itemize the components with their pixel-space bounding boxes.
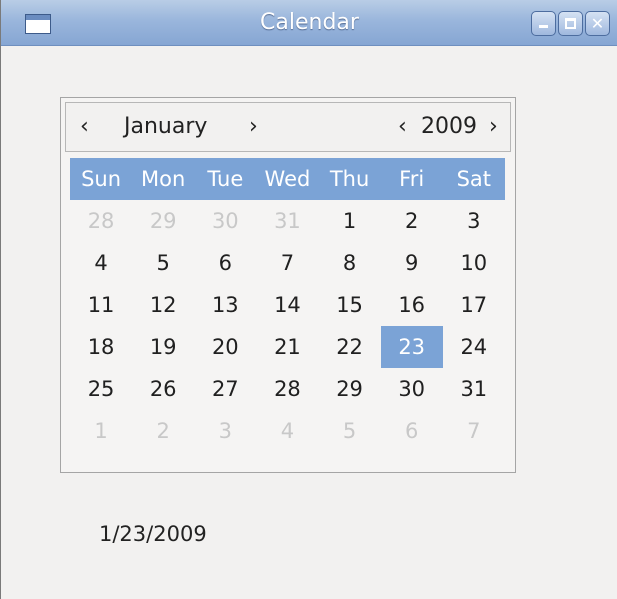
week-row: 25 26 27 28 29 30 31 bbox=[70, 368, 505, 410]
day-cell[interactable]: 7 bbox=[256, 242, 318, 284]
week-row: 4 5 6 7 8 9 10 bbox=[70, 242, 505, 284]
day-cell[interactable]: 8 bbox=[319, 242, 381, 284]
day-cell[interactable]: 28 bbox=[70, 200, 132, 242]
next-month-button[interactable]: › bbox=[249, 114, 258, 139]
weekday-tue: Tue bbox=[207, 167, 244, 191]
day-cell[interactable]: 27 bbox=[194, 368, 256, 410]
day-cell[interactable]: 28 bbox=[256, 368, 318, 410]
day-cell[interactable]: 21 bbox=[256, 326, 318, 368]
day-cell[interactable]: 29 bbox=[319, 368, 381, 410]
day-cell[interactable]: 9 bbox=[381, 242, 443, 284]
day-cell[interactable]: 20 bbox=[194, 326, 256, 368]
day-cell[interactable]: 2 bbox=[132, 410, 194, 452]
prev-year-button[interactable]: ‹ bbox=[398, 114, 407, 139]
day-cell[interactable]: 11 bbox=[70, 284, 132, 326]
weekday-mon: Mon bbox=[141, 167, 186, 191]
day-cell[interactable]: 6 bbox=[194, 242, 256, 284]
day-cell[interactable]: 17 bbox=[443, 284, 505, 326]
minimize-button[interactable] bbox=[531, 11, 556, 36]
calendar-widget: ‹ January › ‹ 2009 › Sun Mon Tue Wed Thu… bbox=[60, 97, 516, 473]
day-cell[interactable]: 22 bbox=[319, 326, 381, 368]
close-button[interactable]: ✕ bbox=[585, 11, 610, 36]
day-cell[interactable]: 31 bbox=[443, 368, 505, 410]
day-cell[interactable]: 1 bbox=[70, 410, 132, 452]
next-year-button[interactable]: › bbox=[489, 114, 498, 139]
day-cell[interactable]: 3 bbox=[194, 410, 256, 452]
minimize-icon bbox=[532, 12, 555, 35]
day-cell[interactable]: 31 bbox=[256, 200, 318, 242]
day-cell[interactable]: 30 bbox=[381, 368, 443, 410]
day-cell[interactable]: 1 bbox=[319, 200, 381, 242]
window-title: Calendar bbox=[260, 10, 359, 35]
day-cell[interactable]: 4 bbox=[256, 410, 318, 452]
day-cell[interactable]: 25 bbox=[70, 368, 132, 410]
prev-month-button[interactable]: ‹ bbox=[80, 114, 89, 139]
day-cell[interactable]: 6 bbox=[381, 410, 443, 452]
day-cell-selected[interactable]: 23 bbox=[380, 326, 443, 368]
weekday-wed: Wed bbox=[264, 167, 311, 191]
maximize-button[interactable] bbox=[558, 11, 583, 36]
weekday-thu: Thu bbox=[329, 167, 370, 191]
week-row: 18 19 20 21 22 23 24 bbox=[70, 326, 505, 368]
day-cell[interactable]: 12 bbox=[132, 284, 194, 326]
weekday-header-row: Sun Mon Tue Wed Thu Fri Sat bbox=[70, 158, 505, 200]
day-cell[interactable]: 26 bbox=[132, 368, 194, 410]
day-cell[interactable]: 19 bbox=[132, 326, 194, 368]
day-cell[interactable]: 2 bbox=[381, 200, 443, 242]
weekday-fri: Fri bbox=[399, 167, 425, 191]
weeks-container: 28 29 30 31 1 2 3 4 5 6 7 8 9 10 11 12 13 14 15 16 17 18 19 20 2… bbox=[70, 200, 505, 452]
day-cell[interactable]: 10 bbox=[443, 242, 505, 284]
close-icon: ✕ bbox=[590, 14, 605, 33]
day-cell[interactable]: 5 bbox=[132, 242, 194, 284]
week-row: 11 12 13 14 15 16 17 bbox=[70, 284, 505, 326]
day-cell[interactable]: 24 bbox=[443, 326, 505, 368]
day-cell[interactable]: 7 bbox=[443, 410, 505, 452]
title-bar[interactable]: Calendar ✕ bbox=[1, 0, 617, 46]
day-grid: Sun Mon Tue Wed Thu Fri Sat 28 29 30 31 1 2 3 4… bbox=[70, 158, 505, 452]
day-cell[interactable]: 16 bbox=[381, 284, 443, 326]
calendar-window: Calendar ✕ ‹ January › ‹ 2009 › Sun Mon … bbox=[0, 0, 617, 599]
day-cell[interactable]: 3 bbox=[443, 200, 505, 242]
day-cell[interactable]: 14 bbox=[256, 284, 318, 326]
selected-date-readout: 1/23/2009 bbox=[99, 522, 207, 546]
day-cell[interactable]: 4 bbox=[70, 242, 132, 284]
month-label: January bbox=[124, 114, 208, 139]
day-cell[interactable]: 18 bbox=[70, 326, 132, 368]
calendar-header: ‹ January › ‹ 2009 › bbox=[65, 102, 511, 152]
day-cell[interactable]: 30 bbox=[194, 200, 256, 242]
maximize-icon bbox=[559, 12, 582, 35]
week-row: 28 29 30 31 1 2 3 bbox=[70, 200, 505, 242]
day-cell[interactable]: 5 bbox=[319, 410, 381, 452]
day-cell[interactable]: 15 bbox=[319, 284, 381, 326]
week-row: 1234567 bbox=[70, 410, 505, 452]
day-cell[interactable]: 29 bbox=[132, 200, 194, 242]
weekday-sun: Sun bbox=[81, 167, 122, 191]
weekday-sat: Sat bbox=[456, 167, 492, 191]
year-label: 2009 bbox=[421, 114, 477, 139]
day-cell[interactable]: 13 bbox=[194, 284, 256, 326]
